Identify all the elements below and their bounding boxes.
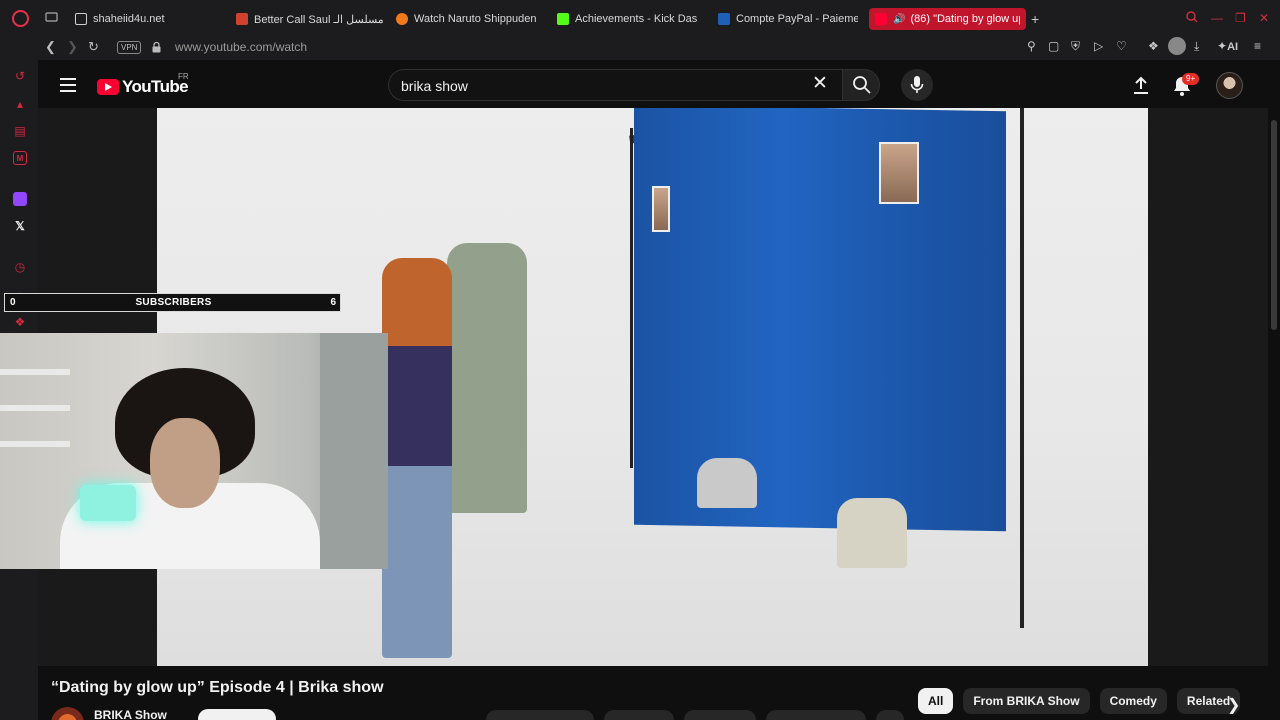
save-button[interactable] xyxy=(684,710,756,720)
youtube-favicon-icon xyxy=(875,13,887,25)
chip-all[interactable]: All xyxy=(918,688,954,714)
channel-avatar[interactable] xyxy=(51,707,84,720)
legs-behind-curtain xyxy=(697,458,757,508)
light-stand xyxy=(1020,108,1024,628)
voice-search-button[interactable] xyxy=(901,69,933,101)
youtube-logo[interactable]: YouTube xyxy=(97,77,189,97)
channel-name[interactable]: BRIKA Show xyxy=(94,708,167,720)
speaker-icon[interactable]: 🔊 xyxy=(893,14,905,25)
search-button[interactable] xyxy=(842,69,880,101)
ai-label: AI xyxy=(1227,41,1239,53)
video-title: “Dating by glow up” Episode 4 | Brika sh… xyxy=(51,679,384,696)
hamburger-menu-icon[interactable] xyxy=(60,78,76,92)
paypal-favicon-icon xyxy=(718,13,730,25)
tab-better-call-saul[interactable]: Better Call Saul مسلسل الـ xyxy=(236,8,386,30)
extensions-icon[interactable]: ❖ xyxy=(1148,39,1159,53)
new-tab-button[interactable]: + xyxy=(1031,11,1039,27)
tab-paypal[interactable]: Compte PayPal - Paiement xyxy=(718,8,858,30)
page-icon xyxy=(75,13,87,25)
ring-light xyxy=(80,485,136,521)
streamer-face xyxy=(150,418,220,508)
wall-shelf xyxy=(0,405,70,411)
webcam-overlay xyxy=(0,333,388,569)
heart-icon[interactable]: ♡ xyxy=(1116,39,1127,53)
download-button[interactable] xyxy=(766,710,866,720)
notification-count-badge: 9+ xyxy=(1182,73,1200,85)
url-field[interactable]: www.youtube.com/watch xyxy=(175,40,307,54)
man-in-suit xyxy=(447,243,527,513)
search-input[interactable] xyxy=(401,78,781,94)
reload-icon[interactable]: ↻ xyxy=(88,39,99,55)
snapshot-icon[interactable]: ▢ xyxy=(1048,39,1059,53)
legs-behind-curtain xyxy=(837,498,907,568)
back-icon[interactable]: ❮ xyxy=(45,39,56,55)
kick-favicon-icon xyxy=(557,13,569,25)
subscribe-button[interactable] xyxy=(198,709,276,720)
chip-comedy[interactable]: Comedy xyxy=(1099,688,1167,714)
opera-logo-icon[interactable] xyxy=(12,10,29,27)
blue-curtain xyxy=(634,108,1006,532)
history-icon[interactable]: ↺ xyxy=(13,69,27,83)
extensions-side-icon[interactable]: ❖ xyxy=(13,315,27,329)
search-tabs-icon[interactable] xyxy=(1186,11,1198,26)
player-icon[interactable]: ▷ xyxy=(1094,39,1103,53)
share-button[interactable] xyxy=(604,710,674,720)
pin-icon[interactable]: ⚲ xyxy=(1027,39,1036,53)
subscriber-goal-bar: 0 SUBSCRIBERS 6 xyxy=(4,293,341,312)
lock-icon[interactable] xyxy=(152,40,161,53)
woman-red-hair xyxy=(382,258,452,658)
x-twitter-icon[interactable]: 𝕏 xyxy=(13,219,27,233)
close-window-icon[interactable]: ✕ xyxy=(1259,11,1269,25)
download-icon[interactable]: ⤓ xyxy=(1194,39,1199,54)
minimize-icon[interactable]: — xyxy=(1211,11,1223,25)
maximize-icon[interactable]: ❐ xyxy=(1235,11,1246,25)
browser-tab-bar: shaheiid4u.net Better Call Saul مسلسل ال… xyxy=(0,0,1280,36)
youtube-header: YouTube FR ✕ 9+ xyxy=(38,60,1280,110)
clock-icon[interactable]: ◷ xyxy=(13,260,27,274)
more-actions-button[interactable] xyxy=(876,710,904,720)
profile-avatar[interactable] xyxy=(1168,37,1186,55)
microphone-icon xyxy=(910,76,924,93)
bookmarks-icon[interactable]: ▤ xyxy=(13,124,27,138)
photo-print xyxy=(652,186,670,232)
photo-print xyxy=(879,142,919,204)
country-code: FR xyxy=(178,72,189,81)
site-favicon-icon xyxy=(236,13,248,25)
forward-icon[interactable]: ❯ xyxy=(67,39,78,55)
chip-from-channel[interactable]: From BRIKA Show xyxy=(963,688,1090,714)
twitch-icon[interactable] xyxy=(13,192,27,206)
clear-search-icon[interactable]: ✕ xyxy=(812,74,828,93)
workspace-icon[interactable]: ▴ xyxy=(13,97,27,111)
tab-shaheiid[interactable]: shaheiid4u.net xyxy=(75,8,225,30)
app-window: shaheiid4u.net Better Call Saul مسلسل ال… xyxy=(0,0,1280,720)
vpn-badge[interactable]: VPN xyxy=(117,41,142,54)
account-avatar[interactable] xyxy=(1216,72,1243,99)
messenger-icon[interactable]: M xyxy=(13,151,27,165)
search-box[interactable] xyxy=(388,69,846,101)
shield-icon[interactable]: ⛨ xyxy=(1071,39,1080,54)
search-icon xyxy=(853,76,871,94)
wall-shelf xyxy=(0,369,70,375)
scroll-thumb[interactable] xyxy=(1271,120,1277,330)
aria-ai-icon[interactable]: ✦AI xyxy=(1217,39,1238,53)
wall-shelf xyxy=(0,441,70,447)
subscriber-label: SUBSCRIBERS xyxy=(135,297,212,308)
door xyxy=(320,333,388,569)
youtube-play-icon xyxy=(97,79,119,95)
menu-icon[interactable]: ≡ xyxy=(1254,39,1261,53)
address-bar: ❮ ❯ ↻ VPN www.youtube.com/watch ⚲ ▢ ⛨ ▷ … xyxy=(0,36,1280,60)
tab-naruto[interactable]: Watch Naruto Shippuden xyxy=(396,8,544,30)
chevron-right-icon[interactable]: ❯ xyxy=(1227,695,1240,715)
light-stand xyxy=(630,128,633,468)
page-scrollbar[interactable] xyxy=(1268,108,1280,720)
like-dislike-button[interactable] xyxy=(486,710,594,720)
subscriber-goal: 6 xyxy=(330,297,336,308)
upload-icon[interactable] xyxy=(1131,75,1151,95)
tab-kick[interactable]: Achievements - Kick Dash xyxy=(557,8,697,30)
related-filter-chips: All From BRIKA Show Comedy Related xyxy=(918,688,1250,714)
tab-tray-icon[interactable] xyxy=(45,11,59,25)
crunchyroll-favicon-icon xyxy=(396,13,408,25)
tab-youtube-active[interactable]: 🔊 (86) "Dating by glow up xyxy=(869,8,1026,30)
